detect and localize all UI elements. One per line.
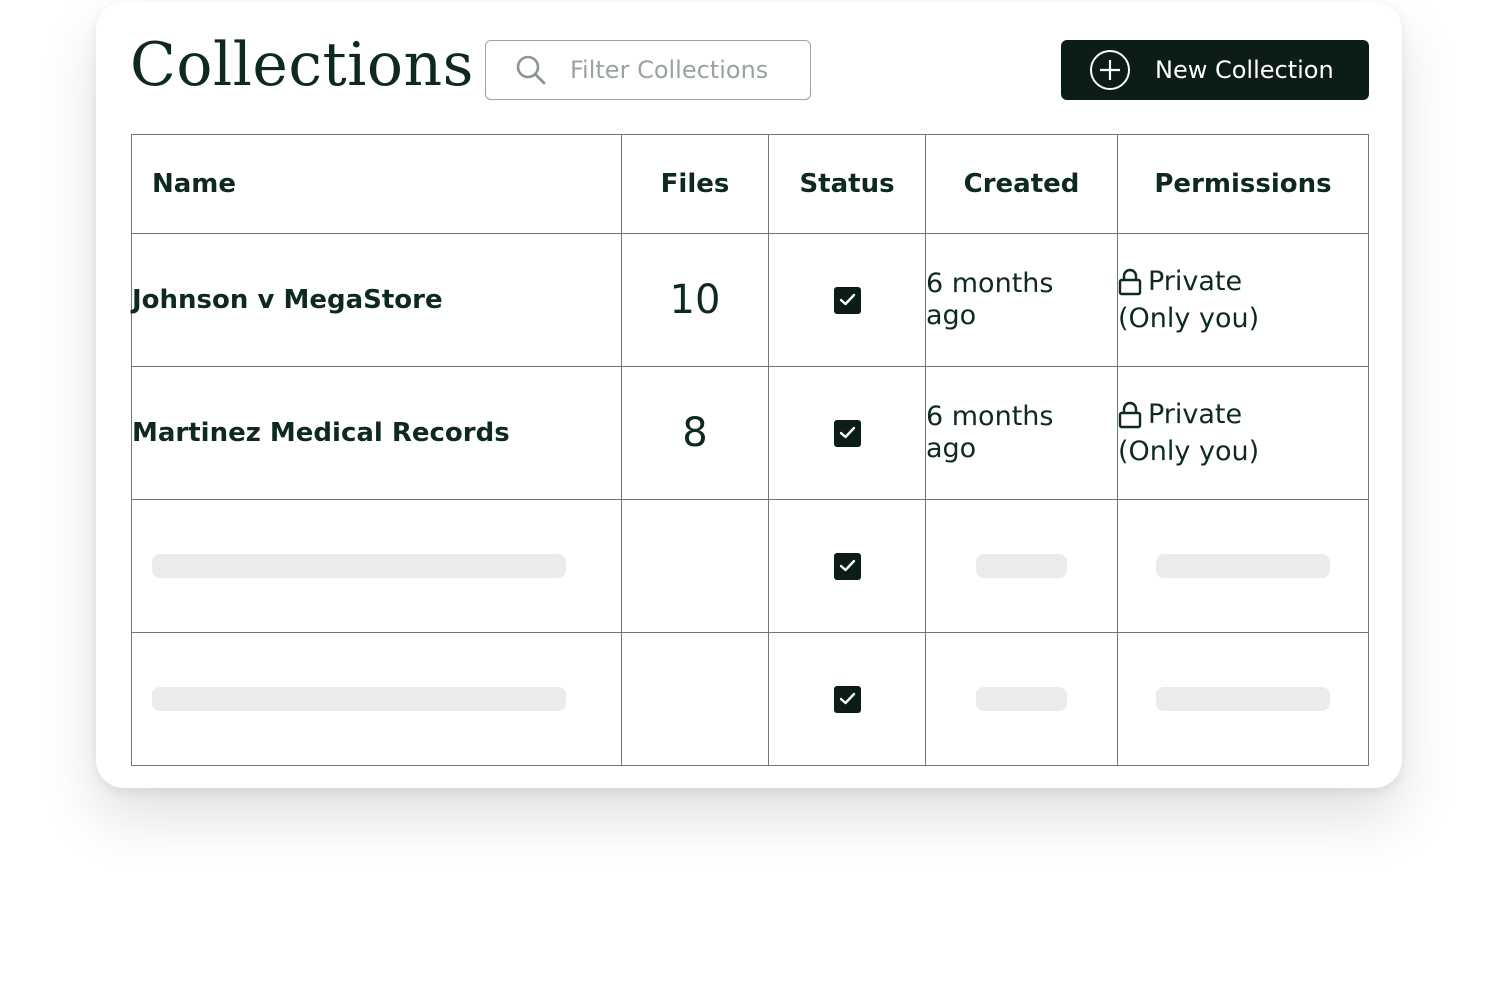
skeleton-permissions-placeholder [1156, 687, 1330, 711]
checkmark-icon [839, 293, 855, 305]
collection-created: 6 months ago [925, 233, 1118, 367]
status-checkbox[interactable] [833, 552, 861, 580]
filter-collections-input[interactable] [570, 56, 790, 84]
column-header-files[interactable]: Files [621, 134, 769, 234]
new-collection-button[interactable]: New Collection [1061, 40, 1369, 100]
plus-circle-icon [1089, 49, 1131, 91]
created-line: 6 months [926, 268, 1054, 299]
collection-permissions: Private (Only you) [1117, 366, 1369, 500]
collection-name[interactable]: Johnson v MegaStore [131, 233, 622, 367]
created-line: ago [926, 300, 977, 331]
skeleton-created-placeholder [976, 687, 1067, 711]
column-header-name[interactable]: Name [131, 134, 622, 234]
permission-level: Private [1148, 399, 1243, 430]
status-checkbox[interactable] [833, 419, 861, 447]
filter-collections-search[interactable] [485, 40, 811, 100]
checkmark-icon [839, 426, 855, 438]
table-row[interactable]: Johnson v MegaStore 10 6 months ago Priv… [131, 233, 1369, 367]
created-line: 6 months [926, 401, 1054, 432]
created-line: ago [926, 433, 977, 464]
checkmark-icon [839, 559, 855, 571]
table-row[interactable]: Martinez Medical Records 8 6 months ago [131, 366, 1369, 500]
column-header-permissions[interactable]: Permissions [1117, 134, 1369, 234]
search-icon [514, 53, 548, 87]
permission-scope: (Only you) [1118, 436, 1260, 467]
skeleton-name-placeholder [152, 687, 566, 711]
permission-level: Private [1148, 266, 1243, 297]
collections-card: Collections New Collection [96, 2, 1402, 788]
column-header-created[interactable]: Created [925, 134, 1118, 234]
skeleton-name-placeholder [152, 554, 566, 578]
new-collection-label: New Collection [1155, 56, 1334, 84]
status-checkbox[interactable] [833, 685, 861, 713]
collections-table: Name Files Status Created Permissions Jo… [131, 134, 1369, 766]
status-checkbox[interactable] [833, 286, 861, 314]
table-header-row: Name Files Status Created Permissions [131, 134, 1369, 234]
skeleton-created-placeholder [976, 554, 1067, 578]
collection-name[interactable]: Martinez Medical Records [131, 366, 622, 500]
collection-permissions: Private (Only you) [1117, 233, 1369, 367]
skeleton-permissions-placeholder [1156, 554, 1330, 578]
collection-file-count: 8 [621, 366, 769, 500]
lock-icon [1118, 268, 1142, 296]
collection-file-count: 10 [621, 233, 769, 367]
permission-scope: (Only you) [1118, 303, 1260, 334]
page-title: Collections [130, 30, 474, 100]
loading-row [131, 632, 1369, 766]
collection-created: 6 months ago [925, 366, 1118, 500]
column-header-status[interactable]: Status [768, 134, 926, 234]
lock-icon [1118, 401, 1142, 429]
checkmark-icon [839, 692, 855, 704]
loading-row [131, 499, 1369, 633]
